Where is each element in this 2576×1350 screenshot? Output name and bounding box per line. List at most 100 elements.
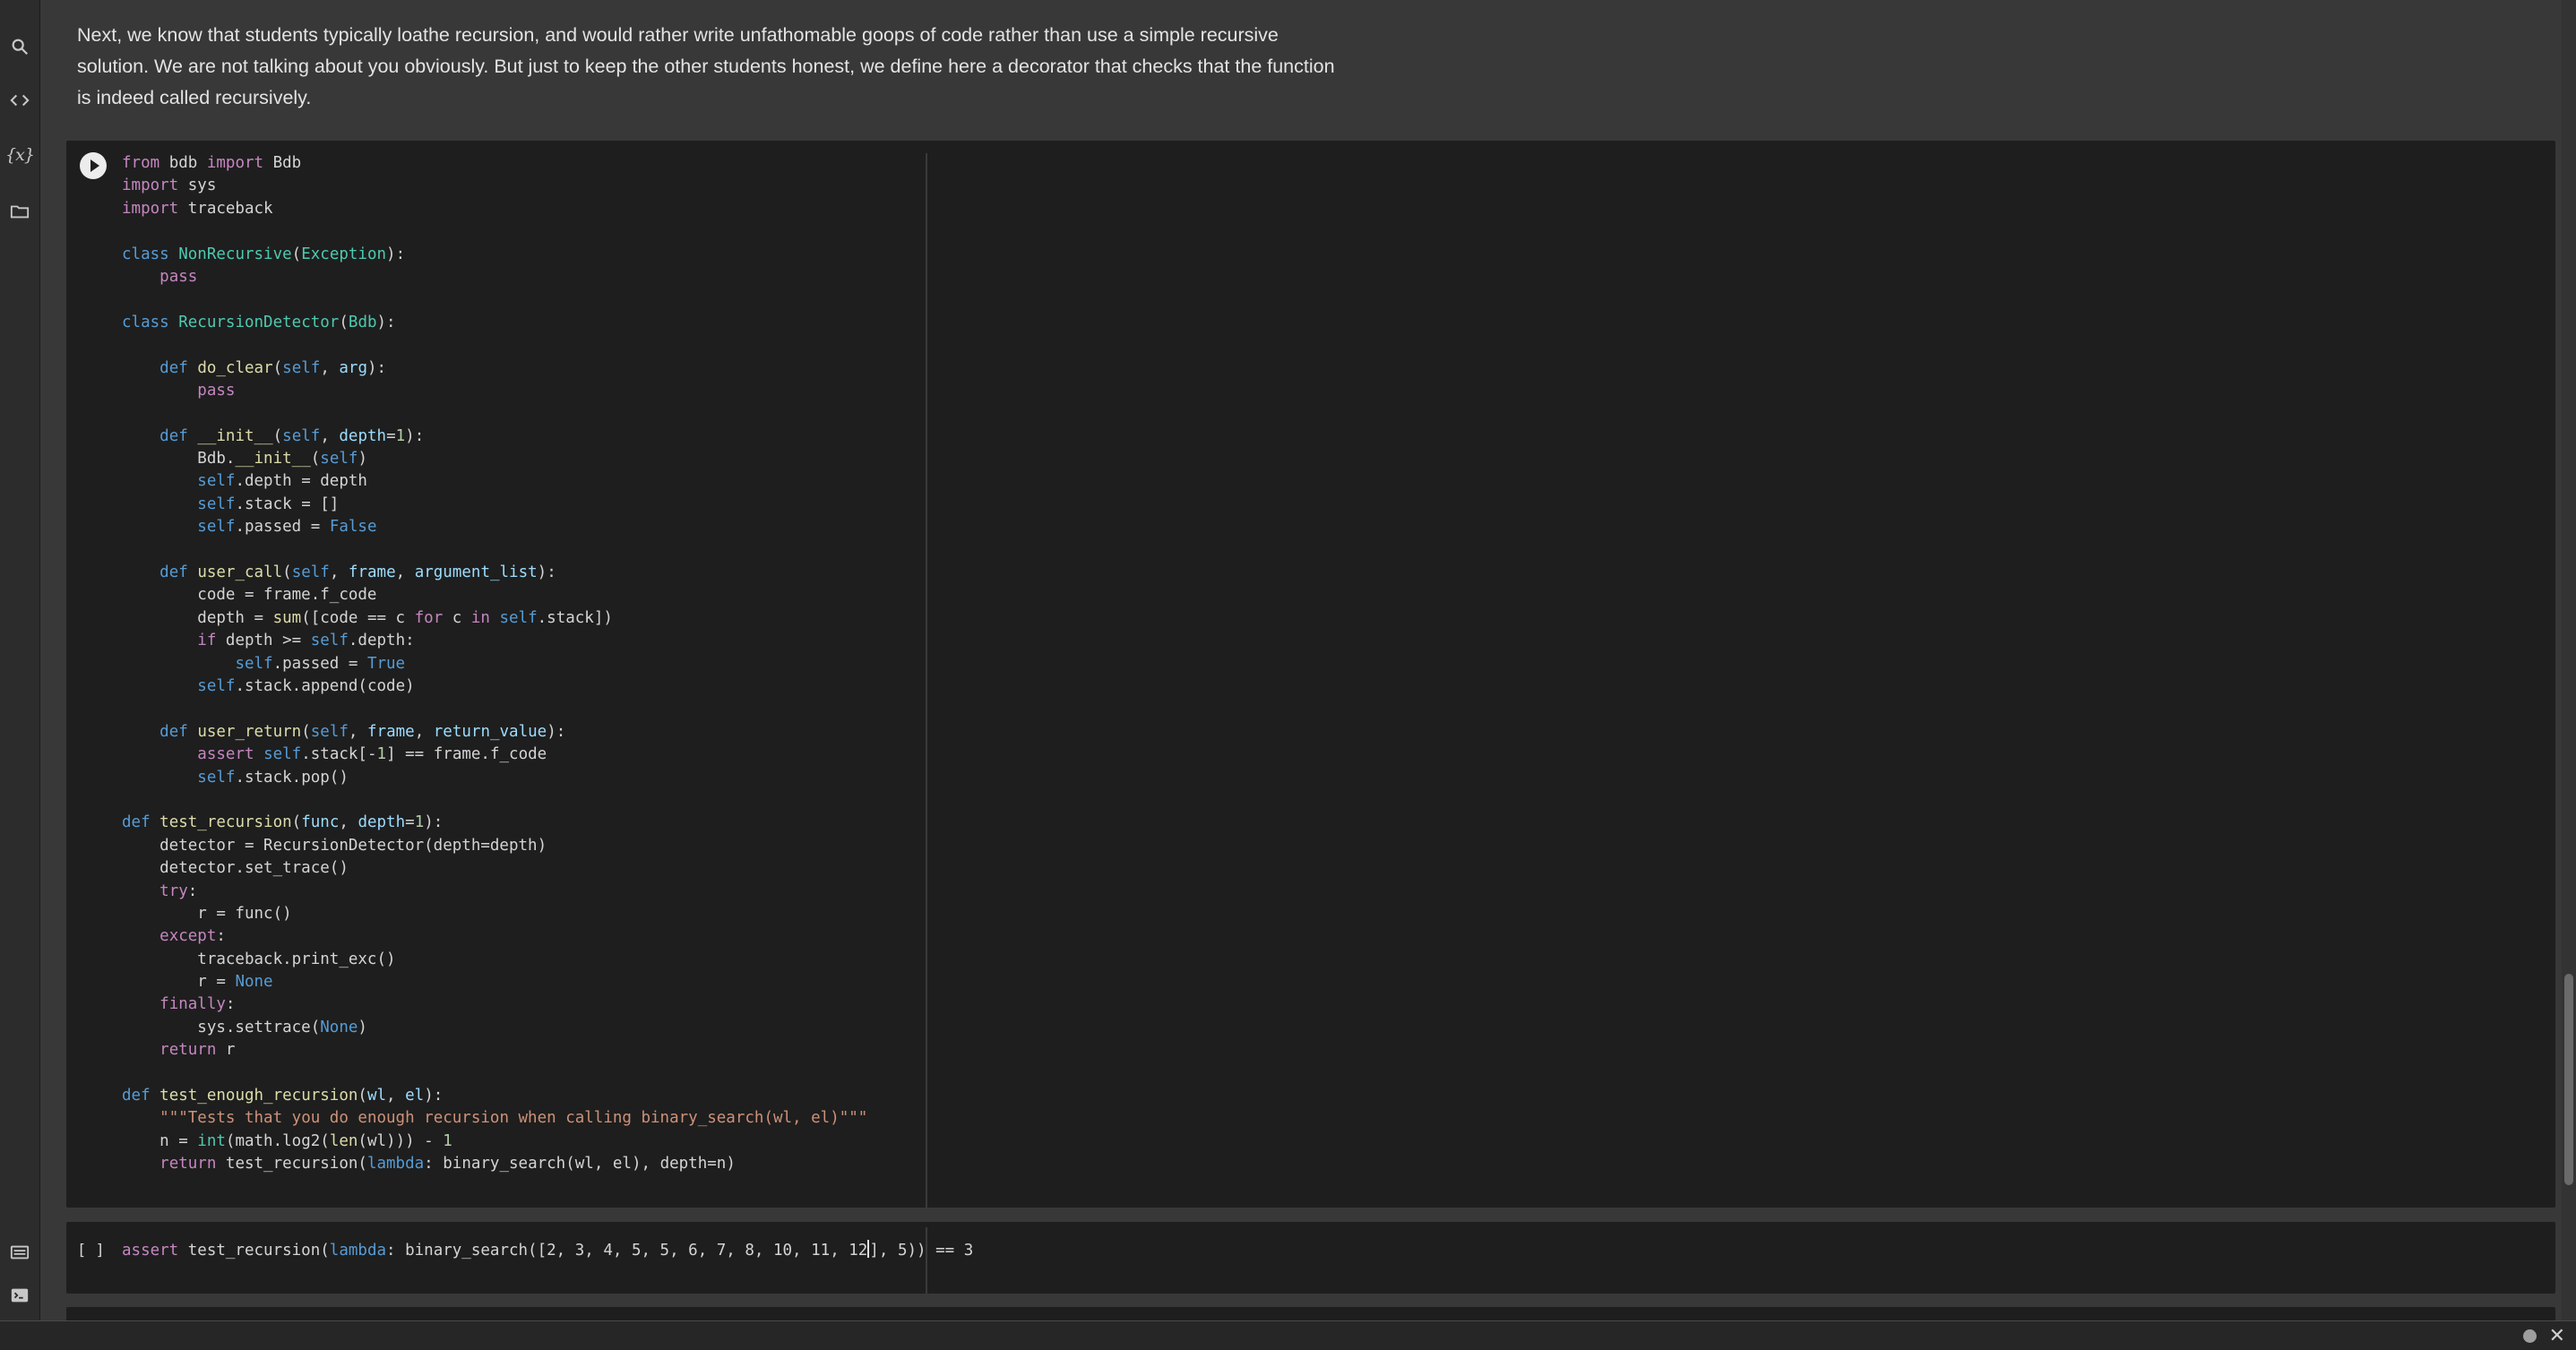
scrollbar[interactable] (2562, 0, 2576, 1321)
execution-count[interactable]: [ ] (77, 1242, 105, 1260)
code-token: .depth = depth (235, 472, 367, 491)
code-token: def (122, 813, 151, 832)
close-icon[interactable]: ✕ (2549, 1324, 2565, 1347)
code-token: ): (405, 426, 425, 445)
code-line: def do_clear(self, arg): (122, 357, 867, 380)
code-token: : (187, 881, 198, 900)
code-line: self.passed = True (122, 653, 867, 675)
code-line: detector.set_trace() (122, 857, 867, 880)
status-indicator-icon[interactable] (2523, 1329, 2537, 1343)
code-token: lambda (329, 1242, 387, 1260)
code-line: from bdb import Bdb (122, 152, 867, 175)
code-token: False (329, 518, 377, 537)
code-token: self (291, 563, 330, 582)
code-token: .stack[- (301, 745, 377, 764)
code-token: c (443, 608, 471, 627)
code-token: ) (358, 1018, 367, 1036)
code-token: self (499, 608, 538, 627)
code-token: self (310, 632, 349, 650)
code-token: RecursionDetector (178, 313, 340, 331)
code-token: Bdb (348, 313, 377, 331)
code-token: depth >= (216, 632, 311, 650)
code-token: test_recursion( (178, 1242, 330, 1260)
code-token: import (206, 154, 264, 172)
code-icon[interactable] (7, 88, 32, 113)
code-line: def test_recursion(func, depth=1): (122, 812, 867, 834)
code-token: self (282, 358, 321, 377)
code-token: try (159, 881, 188, 900)
code-token: .depth: (348, 632, 415, 650)
code-token: .passed = (235, 518, 330, 537)
code-token: self (310, 722, 349, 741)
code-token: r (216, 1041, 236, 1060)
run-cell-button[interactable] (80, 152, 107, 179)
code-token: self (320, 450, 358, 469)
table-of-contents-icon[interactable] (7, 1240, 32, 1265)
code-token: self (263, 745, 302, 764)
code-token: , (386, 1087, 406, 1105)
code-token: pass (159, 267, 198, 286)
code-token: = (405, 813, 415, 832)
code-token: ] == frame.f_code (386, 745, 547, 764)
code-token: user_return (197, 722, 302, 741)
code-token: bdb (159, 154, 207, 172)
markdown-paragraph: Next, we know that students typically lo… (77, 24, 1335, 108)
code-token: ( (272, 426, 283, 445)
play-icon (90, 159, 99, 172)
scrollbar-thumb[interactable] (2564, 974, 2573, 1185)
code-token: ([code == c (301, 608, 415, 627)
code-cell-2[interactable]: [ ] assert test_recursion(lambda: binary… (66, 1222, 2555, 1294)
code-token: func (301, 813, 340, 832)
code-token: class (122, 245, 169, 263)
code-editor[interactable]: assert test_recursion(lambda: binary_sea… (122, 1240, 973, 1262)
code-line: assert self.stack[-1] == frame.f_code (122, 744, 867, 766)
code-token: : (225, 995, 236, 1014)
code-line: class NonRecursive(Exception): (122, 244, 867, 266)
code-token: : binary_search([2, 3, 4, 5, 5, 6, 7, 8,… (386, 1242, 868, 1260)
code-token: r = (122, 973, 236, 992)
code-token: depth = (122, 608, 273, 627)
code-token: for (414, 608, 444, 627)
terminal-icon[interactable] (7, 1283, 32, 1308)
code-token: return (159, 1155, 217, 1174)
code-token: = (386, 426, 396, 445)
code-token: .passed = (272, 654, 367, 673)
search-icon[interactable] (7, 34, 32, 59)
code-token: ( (310, 450, 321, 469)
code-token: Exception (301, 245, 387, 263)
code-token: class (122, 313, 169, 331)
code-token: assert (122, 1242, 179, 1260)
code-line: finally: (122, 993, 867, 1016)
code-cell-1[interactable]: from bdb import Bdb import sys import trac… (66, 141, 2555, 1208)
code-token: ): (537, 563, 556, 582)
code-token: detector.set_trace() (122, 859, 349, 878)
folder-icon[interactable] (7, 199, 32, 224)
code-token: ( (282, 563, 292, 582)
code-token: ): (367, 358, 387, 377)
code-line: def user_call(self, frame, argument_list… (122, 562, 867, 584)
variables-icon[interactable]: {x} (5, 142, 35, 168)
markdown-cell[interactable]: Next, we know that students typically lo… (77, 20, 1349, 114)
code-line: traceback.print_exc() (122, 949, 867, 971)
code-editor[interactable]: from bdb import Bdb import sys import trac… (122, 152, 867, 1176)
code-token: __init__ (235, 450, 311, 469)
code-token: ): (424, 813, 444, 832)
code-line: assert test_recursion(lambda: binary_sea… (122, 1240, 973, 1262)
code-token: test_recursion( (216, 1155, 367, 1174)
code-token: .stack.append(code) (235, 676, 415, 695)
